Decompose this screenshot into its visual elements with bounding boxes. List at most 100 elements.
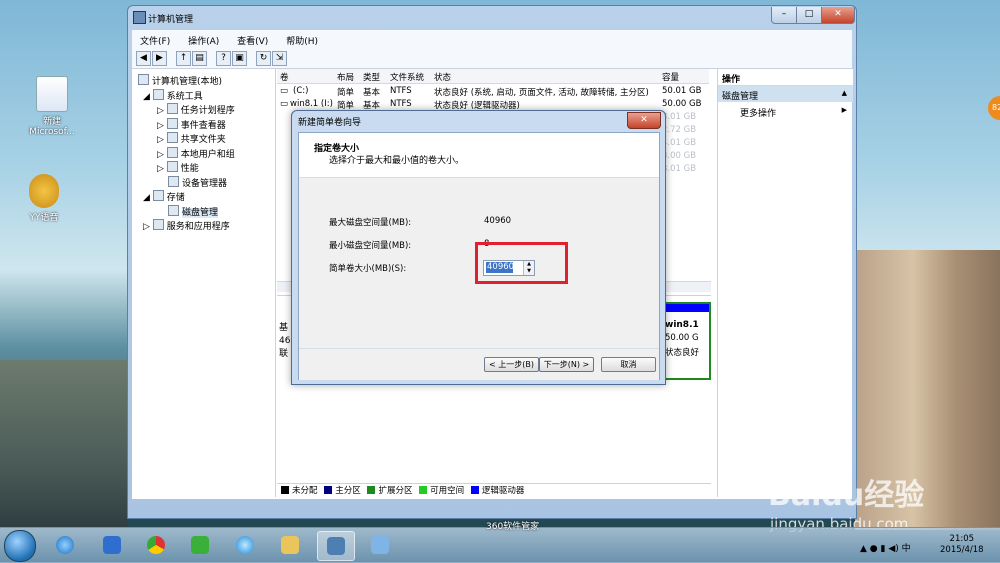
cell-capacity: 4.01 GB (662, 138, 697, 148)
actions-section-disk-management[interactable]: 磁盘管理 ▲ (718, 86, 853, 102)
volume-icon[interactable]: ◀) (888, 544, 898, 554)
tray-expand-icon[interactable]: ▲ (860, 544, 867, 554)
tree-event-viewer[interactable]: ▷ 事件查看器 (157, 118, 226, 131)
taskbar-ie[interactable] (47, 531, 83, 559)
menu-help[interactable]: 帮助(H) (278, 30, 325, 47)
dialog-close-button[interactable]: ✕ (627, 112, 661, 129)
export-list-icon[interactable]: ⇲ (272, 51, 287, 66)
minimize-button[interactable]: – (771, 7, 797, 24)
tools-icon (152, 89, 164, 100)
legend-label: 可用空间 (430, 486, 465, 496)
dialog-title: 新建简单卷向导 (298, 118, 362, 128)
tree-performance[interactable]: ▷ 性能 (157, 161, 199, 174)
disk-icon (168, 205, 179, 216)
col-volume[interactable]: 卷 (280, 71, 289, 83)
desktop-icon-yy[interactable]: YY语音 (14, 174, 74, 223)
col-filesystem[interactable]: 文件系统 (390, 71, 424, 83)
tree-system-tools[interactable]: ◢ 系统工具 (143, 89, 203, 102)
col-type[interactable]: 类型 (363, 71, 380, 83)
wechat-icon (191, 536, 209, 554)
cancel-button[interactable]: 取消 (601, 357, 656, 372)
legend-label: 扩展分区 (378, 486, 413, 496)
tree-disk-management[interactable]: 磁盘管理 (168, 205, 219, 218)
more-actions-label: 更多操作 (740, 109, 777, 119)
taskbar-chrome[interactable] (138, 531, 174, 559)
close-button[interactable]: ✕ (821, 7, 855, 24)
next-button[interactable]: 下一步(N) > (539, 357, 594, 372)
drive-icon: ▭ (280, 86, 289, 96)
col-capacity[interactable]: 容量 (662, 71, 679, 83)
network-icon[interactable]: ▮ (881, 544, 886, 554)
col-layout[interactable]: 布局 (337, 71, 354, 83)
cell-filesystem: NTFS (390, 99, 412, 109)
clock-time: 21:05 (949, 534, 975, 544)
taskbar-explorer[interactable] (272, 531, 308, 559)
up-folder-icon[interactable]: ↑ (176, 51, 191, 66)
partition-status: 状态良好 (665, 348, 700, 358)
legend-swatch (470, 486, 479, 494)
legend-label: 逻辑驱动器 (481, 486, 525, 496)
dialog-footer: < 上一步(B) 下一步(N) > 取消 (299, 348, 659, 380)
help-icon[interactable]: ? (216, 51, 231, 66)
menu-action[interactable]: 操作(A) (180, 30, 226, 47)
forward-arrow-icon[interactable]: ▶ (152, 51, 167, 66)
col-status[interactable]: 状态 (434, 71, 451, 83)
toolbar: ◀ ▶ ↑ ▤ ? ▣ ↻ ⇲ (132, 48, 852, 69)
desktop-icon-word-label: 新建 Microsof... (29, 117, 75, 137)
back-button[interactable]: < 上一步(B) (484, 357, 539, 372)
tray-app-icon[interactable]: ● (870, 544, 878, 554)
submenu-arrow-icon: ▶ (841, 106, 847, 114)
baidu-watermark: Baidu经验 (768, 478, 925, 513)
clock[interactable]: 21:05 2015/4/18 (940, 534, 984, 556)
desktop-icon-word[interactable]: 新建 Microsof... (22, 76, 82, 137)
cell-volume: win8.1 (I:) (290, 99, 333, 109)
maximize-button[interactable]: □ (796, 7, 822, 24)
more-actions-item[interactable]: 更多操作 ▶ (718, 105, 853, 119)
console-tree: 计算机管理(本地) ◢ 系统工具 ▷ 任务计划程序 ▷ 事件查看器 ▷ 共享文件… (135, 69, 276, 497)
tree-shared-folders[interactable]: ▷ 共享文件夹 (157, 132, 226, 145)
legend-swatch (367, 486, 376, 494)
tree-local-users[interactable]: ▷ 本地用户和组 (157, 147, 235, 160)
partition-label: win8.1 (665, 320, 699, 330)
tree-device-manager[interactable]: 设备管理器 (168, 176, 227, 189)
window-title: 计算机管理 (148, 15, 194, 25)
users-icon (166, 147, 178, 158)
collapse-arrow-icon: ▲ (841, 89, 847, 97)
cell-capacity: 50.01 GB (662, 86, 702, 96)
refresh-icon[interactable]: ↻ (256, 51, 271, 66)
taskbar-browser[interactable] (227, 531, 263, 559)
taskbar-computer-management[interactable] (317, 531, 355, 561)
min-size-label: 最小磁盘空间量(MB): (329, 241, 412, 251)
menu-file[interactable]: 文件(F) (132, 30, 177, 47)
table-row[interactable]: ▭ (C:) 简单 基本 NTFS 状态良好 (系统, 启动, 页面文件, 活动… (277, 85, 709, 98)
partition-size: 50.00 G (665, 333, 699, 343)
partition-win8[interactable]: win8.1 50.00 G 状态良好 (661, 302, 711, 380)
back-arrow-icon[interactable]: ◀ (136, 51, 151, 66)
legend: 未分配 主分区 扩展分区 可用空间 逻辑驱动器 (277, 483, 711, 498)
taskbar-baidu[interactable] (94, 531, 130, 559)
cell-status: 状态良好 (系统, 启动, 页面文件, 活动, 故障转储, 主分区) (434, 88, 649, 98)
start-button[interactable] (4, 530, 36, 562)
computer-icon (138, 74, 149, 85)
ime-icon[interactable]: 中 (902, 544, 911, 554)
drive-icon: ▭ (280, 99, 289, 109)
actions-header-label: 操作 (722, 75, 741, 85)
taskbar-paint[interactable] (362, 531, 398, 559)
properties-icon[interactable]: ▣ (232, 51, 247, 66)
menu-view[interactable]: 查看(V) (229, 30, 275, 47)
volume-list-header: 卷 布局 类型 文件系统 状态 容量 (277, 69, 709, 84)
show-hide-tree-icon[interactable]: ▤ (192, 51, 207, 66)
tree-root[interactable]: 计算机管理(本地) (138, 74, 222, 87)
tree-storage[interactable]: ◢ 存储 (143, 190, 185, 203)
cell-capacity: 3.01 GB (662, 164, 697, 174)
cell-capacity: 3.00 GB (662, 151, 697, 161)
tree-task-scheduler[interactable]: ▷ 任务计划程序 (157, 103, 235, 116)
device-manager-icon (168, 176, 179, 187)
cell-capacity: 3.01 GB (662, 112, 697, 122)
title-bar[interactable]: 计算机管理 – □ ✕ (128, 6, 856, 28)
computer-management-icon (327, 537, 345, 555)
computer-management-icon (133, 11, 146, 24)
taskbar-wechat[interactable] (182, 531, 218, 559)
cell-filesystem: NTFS (390, 86, 412, 96)
tree-services[interactable]: ▷ 服务和应用程序 (143, 219, 230, 232)
